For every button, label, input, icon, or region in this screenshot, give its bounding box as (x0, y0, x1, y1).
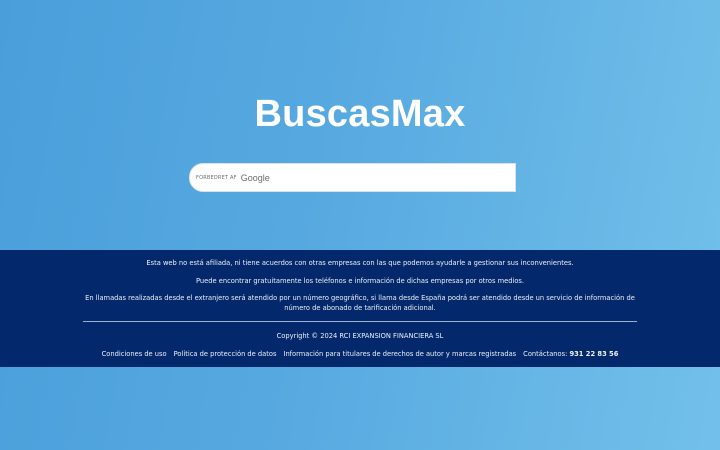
contact-phone[interactable]: 931 22 83 56 (570, 350, 619, 358)
search-input[interactable] (269, 164, 515, 191)
footer-notice-free-info: Puede encontrar gratuitamente los teléfo… (195, 277, 525, 285)
powered-by-google: FORBEDRET AF Google (196, 173, 270, 183)
footer: Esta web no está afiliada, ni tiene acue… (0, 250, 720, 367)
footer-divider (83, 321, 637, 322)
terms-link[interactable]: Condiciones de uso (102, 350, 167, 358)
powered-by-label: FORBEDRET AF (196, 174, 237, 181)
contact-label: Contáctanos: (523, 350, 568, 358)
privacy-link[interactable]: Política de protección de datos (174, 350, 277, 358)
footer-notice-international-calls: En llamadas realizadas desde el extranje… (85, 294, 635, 312)
hero-section: BuscasMax FORBEDRET AF Google (0, 0, 720, 250)
contact-link[interactable]: Contáctanos: 931 22 83 56 (523, 350, 618, 358)
footer-links: Condiciones de uso Política de protecció… (0, 350, 720, 358)
copyright-text: Copyright © 2024 RCI EXPANSION FINANCIER… (276, 332, 444, 340)
site-logo[interactable]: BuscasMax (0, 93, 720, 136)
google-logo: Google (240, 172, 270, 183)
search-box[interactable]: FORBEDRET AF Google (189, 163, 516, 192)
copyright-rights-link[interactable]: Información para titulares de derechos d… (283, 350, 516, 358)
footer-notice-affiliation: Esta web no está afiliada, ni tiene acue… (146, 259, 574, 267)
